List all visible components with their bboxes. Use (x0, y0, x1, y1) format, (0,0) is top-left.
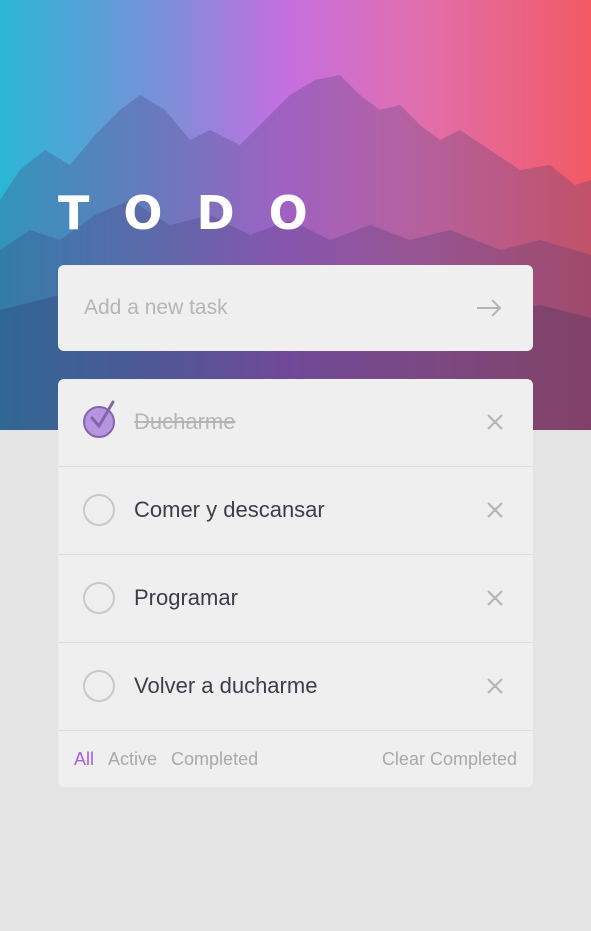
arrow-right-icon (477, 299, 502, 317)
new-task-bar (58, 265, 533, 351)
list-item: Programar (58, 555, 533, 643)
delete-task-button[interactable] (485, 500, 505, 520)
task-checkbox[interactable] (83, 670, 115, 702)
list-footer: All Active Completed Clear Completed (58, 731, 533, 787)
list-item: Ducharme (58, 379, 533, 467)
new-task-input[interactable] (84, 296, 454, 320)
close-icon (487, 502, 503, 518)
filter-active[interactable]: Active (108, 749, 157, 770)
task-checkbox[interactable] (83, 494, 115, 526)
task-checkbox[interactable] (83, 582, 115, 614)
task-label: Volver a ducharme (134, 673, 318, 698)
close-icon (487, 678, 503, 694)
task-checkbox[interactable] (83, 400, 115, 438)
hero-banner: TODO (0, 0, 591, 430)
filter-all[interactable]: All (74, 749, 94, 770)
close-icon (487, 590, 503, 606)
delete-task-button[interactable] (485, 412, 505, 432)
clear-completed-button[interactable]: Clear Completed (382, 749, 517, 770)
delete-task-button[interactable] (485, 676, 505, 696)
filter-completed[interactable]: Completed (171, 749, 258, 770)
list-item: Comer y descansar (58, 467, 533, 555)
list-item: Volver a ducharme (58, 643, 533, 731)
checkmark-icon (90, 400, 115, 429)
app-title: TODO (58, 186, 342, 240)
delete-task-button[interactable] (485, 588, 505, 608)
task-list: Ducharme Comer y descansar Programar Vol… (58, 379, 533, 787)
task-label: Comer y descansar (134, 497, 325, 522)
task-label: Programar (134, 585, 238, 610)
add-task-button[interactable] (473, 293, 505, 323)
task-label: Ducharme (134, 409, 236, 434)
close-icon (487, 414, 503, 430)
